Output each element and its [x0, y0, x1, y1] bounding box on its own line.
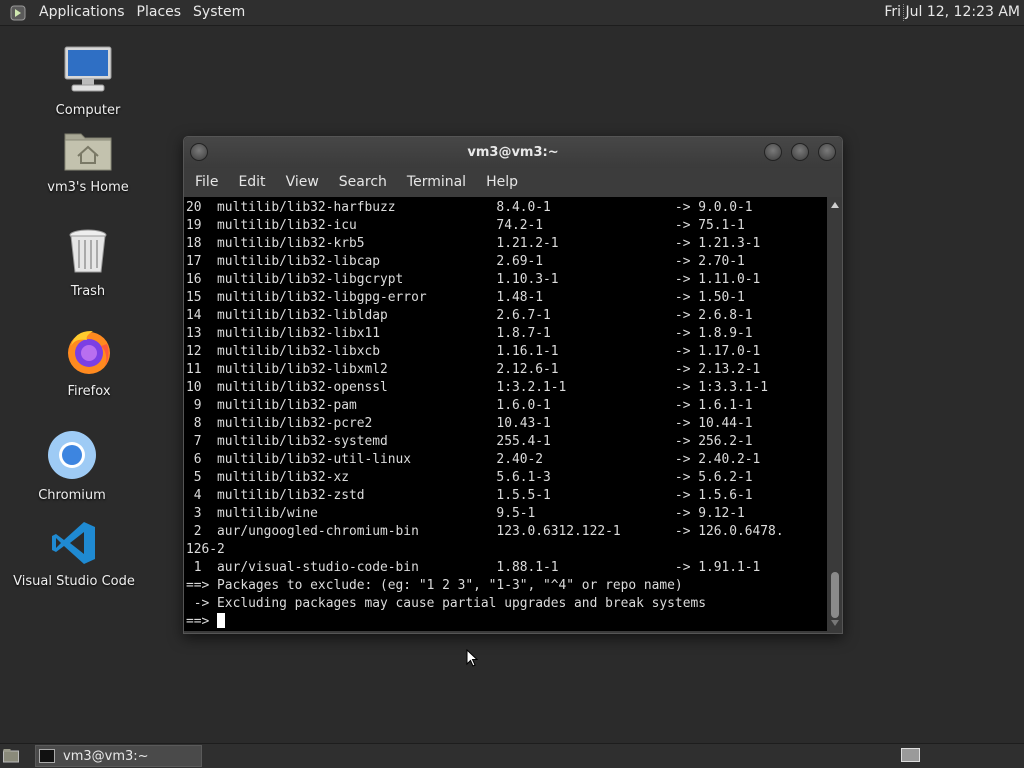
- scroll-down-arrow-icon[interactable]: [831, 620, 839, 626]
- terminal-line: 12 multilib/lib32-libxcb 1.16.1-1 -> 1.1…: [186, 344, 761, 359]
- chromium-icon: [47, 430, 97, 484]
- desktop-icon-chromium[interactable]: Chromium: [12, 430, 132, 503]
- mouse-cursor-icon: [466, 649, 478, 667]
- trash-icon: [66, 228, 110, 280]
- menu-view[interactable]: View: [276, 168, 329, 197]
- terminal-line: 126-2: [186, 542, 225, 557]
- desktop-icon-computer[interactable]: Computer: [28, 45, 148, 118]
- terminal-line: 19 multilib/lib32-icu 74.2-1 -> 75.1-1: [186, 218, 745, 233]
- desktop-icon-firefox[interactable]: Firefox: [29, 326, 149, 399]
- desktop-icon-label: Trash: [70, 284, 106, 299]
- terminal-line: 8 multilib/lib32-pcre2 10.43-1 -> 10.44-…: [186, 416, 753, 431]
- terminal-prompt: ==>: [186, 614, 218, 629]
- taskbar-button-terminal[interactable]: vm3@vm3:~: [35, 745, 202, 767]
- terminal-line: 11 multilib/lib32-libxml2 2.12.6-1 -> 2.…: [186, 362, 761, 377]
- firefox-icon: [65, 326, 113, 380]
- menu-help[interactable]: Help: [476, 168, 528, 197]
- clock[interactable]: Fri Jul 12, 12:23 AM: [876, 0, 1024, 25]
- maximize-button[interactable]: [791, 143, 809, 161]
- scroll-thumb[interactable]: [831, 572, 839, 618]
- terminal-line: 20 multilib/lib32-harfbuzz 8.4.0-1 -> 9.…: [186, 200, 753, 215]
- terminal-line: 17 multilib/lib32-libcap 2.69-1 -> 2.70-…: [186, 254, 745, 269]
- desktop-icon-vscode[interactable]: Visual Studio Code: [13, 520, 135, 589]
- scroll-up-arrow-icon[interactable]: [831, 202, 839, 208]
- terminal-line: 7 multilib/lib32-systemd 255.4-1 -> 256.…: [186, 434, 753, 449]
- applications-menu[interactable]: Applications: [33, 0, 131, 25]
- workspace-switcher[interactable]: [901, 748, 920, 762]
- close-button[interactable]: [818, 143, 836, 161]
- terminal-line: 15 multilib/lib32-libgpg-error 1.48-1 ->…: [186, 290, 745, 305]
- terminal-line: ==> Packages to exclude: (eg: "1 2 3", "…: [186, 578, 683, 593]
- vscode-icon: [51, 520, 97, 570]
- terminal-line: -> Excluding packages may cause partial …: [186, 596, 706, 611]
- home-folder-icon: [63, 128, 113, 176]
- terminal-line: 1 aur/visual-studio-code-bin 1.88.1-1 ->…: [186, 560, 761, 575]
- desktop-icon-label: Firefox: [67, 384, 111, 399]
- terminal-line: 6 multilib/lib32-util-linux 2.40-2 -> 2.…: [186, 452, 761, 467]
- terminal-window: vm3@vm3:~ File Edit View Search Terminal…: [183, 136, 843, 634]
- desktop-icon-label: Chromium: [38, 488, 106, 503]
- places-menu[interactable]: Places: [131, 0, 188, 25]
- top-panel: Applications Places System Fri Jul 12, 1…: [0, 0, 1024, 26]
- show-desktop-icon[interactable]: [3, 748, 19, 763]
- terminal-output[interactable]: 20 multilib/lib32-harfbuzz 8.4.0-1 -> 9.…: [184, 197, 827, 631]
- window-titlebar[interactable]: vm3@vm3:~: [184, 137, 842, 168]
- mint-logo-icon[interactable]: [9, 4, 27, 22]
- bottom-panel: vm3@vm3:~: [0, 743, 1024, 768]
- terminal-menubar: File Edit View Search Terminal Help: [184, 168, 842, 197]
- terminal-line: 18 multilib/lib32-krb5 1.21.2-1 -> 1.21.…: [186, 236, 761, 251]
- terminal-line: 9 multilib/lib32-pam 1.6.0-1 -> 1.6.1-1: [186, 398, 753, 413]
- terminal-line: 2 aur/ungoogled-chromium-bin 123.0.6312.…: [186, 524, 784, 539]
- text-cursor: [217, 613, 226, 628]
- terminal-line: 16 multilib/lib32-libgcrypt 1.10.3-1 -> …: [186, 272, 761, 287]
- menu-edit[interactable]: Edit: [228, 168, 275, 197]
- minimize-button[interactable]: [764, 143, 782, 161]
- terminal-line: 14 multilib/lib32-libldap 2.6.7-1 -> 2.6…: [186, 308, 753, 323]
- terminal-line: 13 multilib/lib32-libx11 1.8.7-1 -> 1.8.…: [186, 326, 753, 341]
- system-menu[interactable]: System: [187, 0, 251, 25]
- desktop-icon-label: Visual Studio Code: [13, 574, 135, 589]
- window-title: vm3@vm3:~: [467, 145, 559, 160]
- computer-icon: [62, 45, 114, 99]
- desktop-icon-label: vm3's Home: [47, 180, 129, 195]
- terminal-icon: [39, 749, 55, 763]
- terminal-line: 10 multilib/lib32-openssl 1:3.2.1-1 -> 1…: [186, 380, 769, 395]
- terminal-line: 4 multilib/lib32-zstd 1.5.5-1 -> 1.5.6-1: [186, 488, 753, 503]
- menu-search[interactable]: Search: [329, 168, 397, 197]
- desktop-icon-home[interactable]: vm3's Home: [28, 128, 148, 195]
- desktop-icon-label: Computer: [55, 103, 121, 118]
- terminal-scrollbar[interactable]: [828, 197, 842, 631]
- taskbar-button-label: vm3@vm3:~: [63, 748, 149, 764]
- terminal-line: 3 multilib/wine 9.5-1 -> 9.12-1: [186, 506, 745, 521]
- menu-terminal[interactable]: Terminal: [397, 168, 476, 197]
- menu-file[interactable]: File: [184, 168, 228, 197]
- desktop-icon-trash[interactable]: Trash: [28, 228, 148, 299]
- terminal-line: 5 multilib/lib32-xz 5.6.1-3 -> 5.6.2-1: [186, 470, 753, 485]
